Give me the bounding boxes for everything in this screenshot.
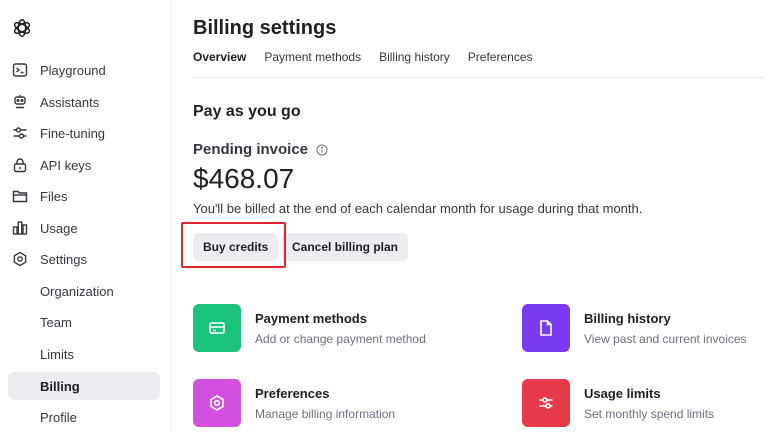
main-content: Billing settings Overview Payment method…	[193, 0, 765, 432]
invoice-amount: $468.07	[193, 163, 295, 194]
sidebar-item-billing[interactable]: Billing	[8, 372, 160, 400]
card-title: Preferences	[255, 386, 330, 401]
sidebar: Playground Assistants Fine-tuning API ke…	[0, 0, 172, 432]
tab-preferences[interactable]: Preferences	[468, 50, 533, 70]
tab-payment-methods[interactable]: Payment methods	[264, 50, 361, 70]
card-title: Usage limits	[584, 386, 661, 401]
gear-icon	[12, 251, 28, 267]
card-subtitle: Manage billing information	[255, 407, 396, 421]
pending-invoice-heading: Pending invoice	[193, 141, 328, 158]
credit-card-icon	[193, 304, 241, 352]
sidebar-item-label: Playground	[40, 62, 106, 78]
sidebar-item-profile[interactable]: Profile	[8, 403, 160, 431]
gear-icon	[193, 379, 241, 427]
sidebar-item-label: Fine-tuning	[40, 125, 106, 141]
card-usage-limits[interactable]: Usage limits Set monthly spend limits	[522, 379, 714, 427]
section-title: Pay as you go	[193, 103, 301, 120]
document-icon	[522, 304, 570, 352]
bar-chart-icon	[12, 220, 28, 236]
sidebar-item-organization[interactable]: Organization	[8, 277, 160, 305]
card-title: Payment methods	[255, 311, 367, 326]
tab-overview[interactable]: Overview	[193, 50, 246, 70]
tune-icon	[12, 125, 28, 141]
card-payment-methods[interactable]: Payment methods Add or change payment me…	[193, 304, 426, 352]
sidebar-item-label: Files	[40, 188, 68, 204]
sidebar-item-label: Team	[40, 314, 72, 330]
pending-invoice-label: Pending invoice	[193, 141, 309, 158]
sidebar-item-team[interactable]: Team	[8, 308, 160, 336]
card-subtitle: Set monthly spend limits	[584, 407, 715, 421]
sidebar-item-usage[interactable]: Usage	[8, 214, 160, 242]
folder-icon	[12, 188, 28, 204]
card-title: Billing history	[584, 311, 671, 326]
sidebar-item-label: Organization	[40, 283, 114, 299]
lock-icon	[12, 157, 28, 173]
card-preferences[interactable]: Preferences Manage billing information	[193, 379, 395, 427]
tab-bar: Overview Payment methods Billing history…	[193, 50, 551, 70]
sidebar-item-fine-tuning[interactable]: Fine-tuning	[8, 119, 160, 147]
sidebar-item-label: Limits	[40, 346, 74, 362]
highlight-box	[181, 222, 286, 268]
sidebar-item-label: API keys	[40, 157, 92, 173]
billing-description: You'll be billed at the end of each cale…	[193, 201, 643, 216]
info-icon[interactable]	[316, 144, 328, 156]
sidebar-item-label: Assistants	[40, 94, 100, 110]
sidebar-item-label: Settings	[40, 251, 87, 267]
page-title: Billing settings	[193, 17, 337, 39]
sidebar-item-assistants[interactable]: Assistants	[8, 88, 160, 116]
card-subtitle: Add or change payment method	[255, 332, 426, 346]
card-billing-history[interactable]: Billing history View past and current in…	[522, 304, 747, 352]
sidebar-item-limits[interactable]: Limits	[8, 340, 160, 368]
sidebar-item-label: Billing	[40, 378, 80, 394]
sidebar-item-playground[interactable]: Playground	[8, 56, 160, 84]
openai-logo-icon[interactable]	[11, 17, 33, 39]
sidebar-item-api-keys[interactable]: API keys	[8, 151, 160, 179]
sidebar-item-files[interactable]: Files	[8, 182, 160, 210]
terminal-icon	[12, 62, 28, 78]
robot-icon	[12, 94, 28, 110]
tab-divider	[193, 77, 765, 78]
sidebar-item-label: Usage	[40, 220, 78, 236]
tab-billing-history[interactable]: Billing history	[379, 50, 450, 70]
sidebar-item-settings[interactable]: Settings	[8, 245, 160, 273]
cancel-billing-plan-button[interactable]: Cancel billing plan	[282, 233, 409, 261]
sliders-icon	[522, 379, 570, 427]
card-subtitle: View past and current invoices	[584, 332, 747, 346]
sidebar-item-label: Profile	[40, 409, 77, 425]
